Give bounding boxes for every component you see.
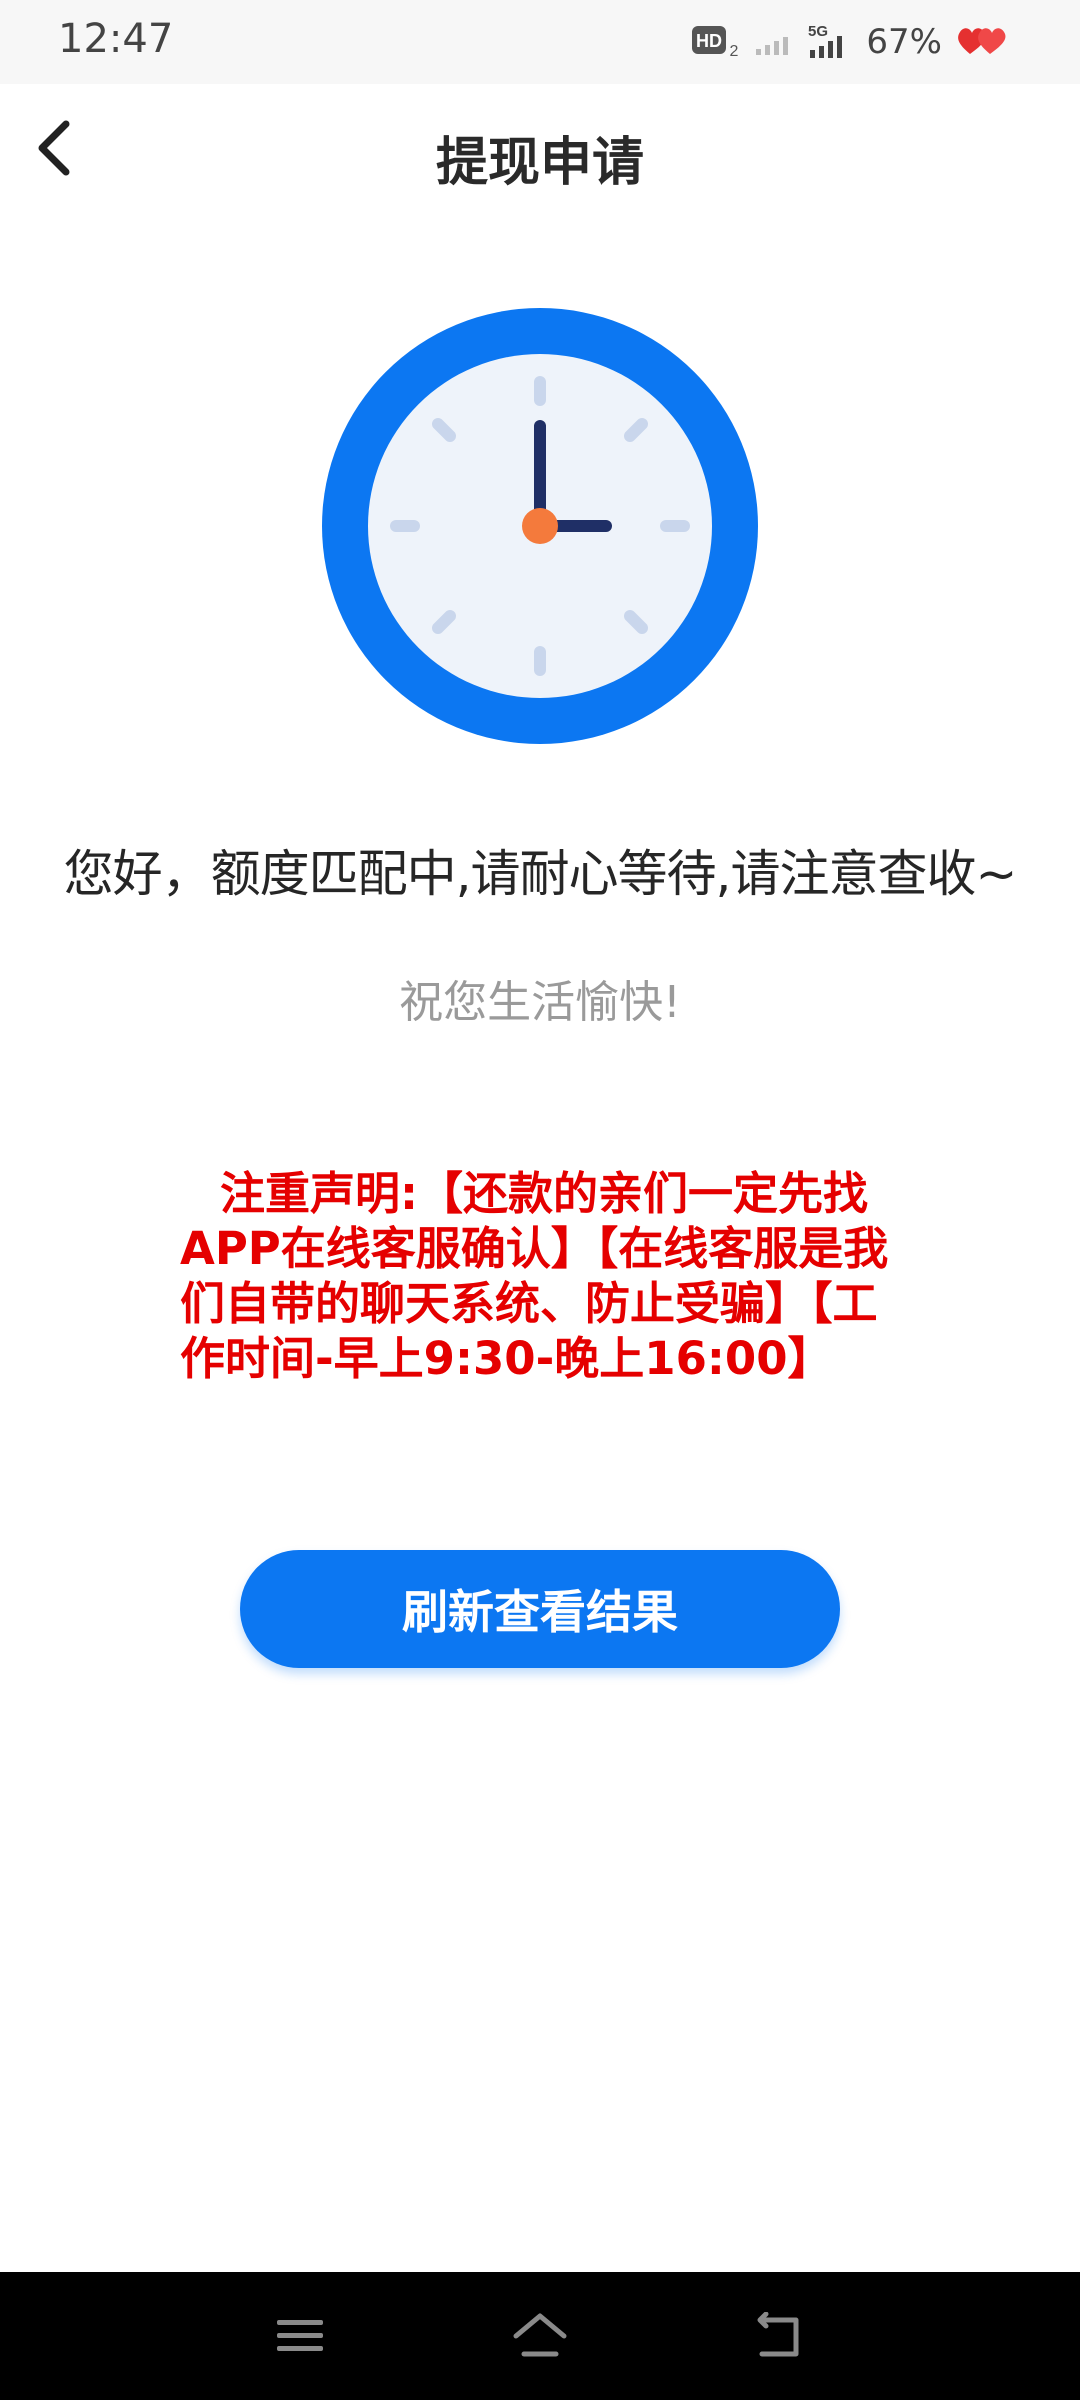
nav-menu-button[interactable] [260,2300,340,2372]
hearts-icon [958,28,1006,54]
page-title: 提现申请 [435,133,644,193]
clock-icon [322,308,758,744]
status-bar: 12:47 HD 2 5G 67% [0,0,1080,84]
hd-label: HD [696,31,722,51]
status-icons: HD 2 5G 67% [692,18,1008,66]
hd-icon: HD 2 [692,26,739,60]
hd-sub: 2 [730,43,739,60]
return-icon [757,2312,799,2357]
signal-5g-icon: 5G [808,23,843,58]
home-icon [513,2313,567,2357]
system-nav-bar [0,2272,1080,2400]
signal-weak-icon [756,37,789,55]
menu-icon [277,2320,323,2351]
status-message: 您好，额度匹配中,请耐心等待,请注意查收~ [63,845,1018,903]
greeting-message: 祝您生活愉快! [399,977,681,1028]
nav-back-button[interactable] [740,2300,820,2372]
network-label: 5G [808,23,828,40]
notice-text: 注重声明:【还款的亲们一定先找APP在线客服确认】【在线客服是我们自带的聊天系统… [180,1167,889,1385]
refresh-result-button[interactable]: 刷新查看结果 [240,1550,840,1668]
battery-level: 67% [866,22,942,62]
nav-home-button[interactable] [500,2300,580,2372]
app-header: 提现申请 [0,84,1080,224]
status-time: 12:47 [58,16,174,62]
